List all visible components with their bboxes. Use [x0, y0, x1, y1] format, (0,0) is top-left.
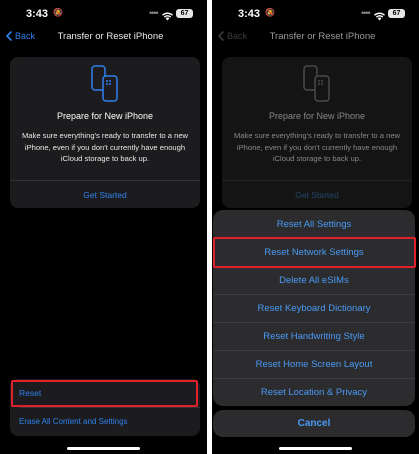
- erase-all-content-button[interactable]: Erase All Content and Settings: [10, 408, 200, 436]
- home-indicator: [67, 447, 140, 450]
- status-time: 3:43: [26, 8, 49, 20]
- left-phone-screen: 3:43 🔕 •••• 67 Back Transfer or Reset iP…: [0, 0, 207, 454]
- status-time: 3:43: [238, 8, 261, 20]
- option-label: Reset Keyboard Dictionary: [257, 303, 371, 314]
- silent-bell-icon: 🔕: [53, 8, 63, 17]
- delete-all-esims-option[interactable]: Delete All eSIMs: [213, 266, 415, 294]
- status-bar: 3:43 🔕 •••• 67: [0, 0, 207, 26]
- option-label: Reset Handwriting Style: [263, 331, 365, 342]
- reset-keyboard-dictionary-option[interactable]: Reset Keyboard Dictionary: [213, 294, 415, 322]
- page-title: Transfer or Reset iPhone: [57, 31, 164, 42]
- reset-location-privacy-option[interactable]: Reset Location & Privacy: [213, 378, 415, 406]
- erase-label: Erase All Content and Settings: [19, 417, 128, 426]
- highlight-box-reset: [11, 380, 198, 407]
- option-label: Reset Home Screen Layout: [255, 359, 373, 370]
- option-label: Reset All Settings: [276, 219, 352, 230]
- reset-all-settings-option[interactable]: Reset All Settings: [213, 210, 415, 238]
- page-title: Transfer or Reset iPhone: [269, 31, 376, 42]
- prepare-title: Prepare for New iPhone: [268, 111, 366, 121]
- prepare-description: Make sure everything's ready to transfer…: [21, 131, 189, 163]
- prepare-description: Make sure everything's ready to transfer…: [233, 131, 401, 163]
- prepare-new-iphone-card: Prepare for New iPhone Make sure everyth…: [222, 57, 412, 208]
- reset-home-screen-layout-option[interactable]: Reset Home Screen Layout: [213, 350, 415, 378]
- two-phones-icon: [91, 65, 118, 102]
- navigation-bar: Back Transfer or Reset iPhone: [212, 26, 419, 48]
- chevron-left-icon: [6, 31, 12, 41]
- screenshot-page: 3:43 🔕 •••• 67 Back Transfer or Reset iP…: [0, 0, 419, 454]
- get-started-button[interactable]: Get Started: [10, 190, 200, 200]
- prepare-title: Prepare for New iPhone: [56, 111, 154, 121]
- prepare-new-iphone-card: Prepare for New iPhone Make sure everyth…: [10, 57, 200, 208]
- silent-bell-icon: 🔕: [265, 8, 275, 17]
- option-label: Delete All eSIMs: [279, 275, 349, 286]
- navigation-bar: Back Transfer or Reset iPhone: [0, 26, 207, 48]
- get-started-button[interactable]: Get Started: [222, 190, 412, 200]
- highlight-box-reset-network-settings: [213, 237, 416, 268]
- chevron-left-icon: [218, 31, 224, 41]
- signal-icon: ••••: [149, 8, 159, 18]
- reset-handwriting-style-option[interactable]: Reset Handwriting Style: [213, 322, 415, 350]
- signal-icon: ••••: [361, 8, 371, 18]
- wifi-icon: [374, 8, 385, 26]
- two-phones-icon: [303, 65, 330, 102]
- battery-indicator: 67: [388, 9, 405, 18]
- status-bar: 3:43 🔕 •••• 67: [212, 0, 419, 26]
- divider: [222, 180, 412, 181]
- cancel-label: Cancel: [297, 418, 331, 429]
- right-phone-screen: 3:43 🔕 •••• 67 Back Transfer or Reset iP…: [212, 0, 419, 454]
- home-indicator: [279, 447, 352, 450]
- option-label: Reset Location & Privacy: [260, 387, 368, 398]
- cancel-button[interactable]: Cancel: [213, 410, 415, 437]
- battery-indicator: 67: [176, 9, 193, 18]
- wifi-icon: [162, 8, 173, 26]
- divider: [10, 180, 200, 181]
